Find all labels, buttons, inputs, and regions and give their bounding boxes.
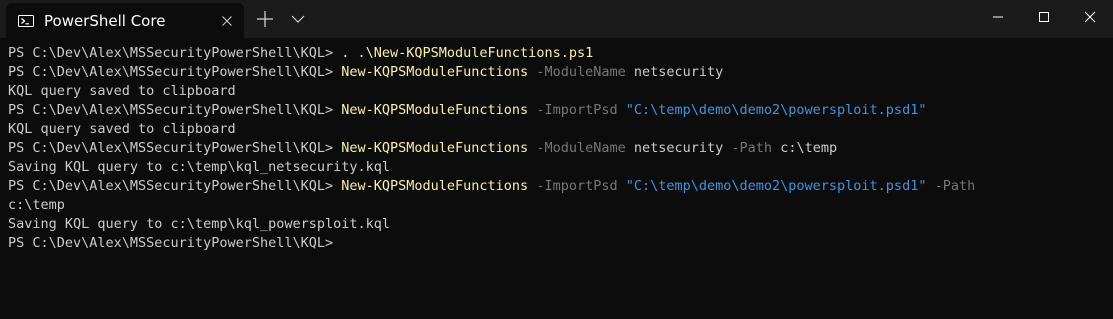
- terminal-text: netsecurity: [625, 64, 724, 80]
- terminal-text: Saving KQL query to c:\temp\kql_powerspl…: [8, 216, 391, 232]
- terminal-text: PS C:\Dev\Alex\MSSecurityPowerShell\KQL>: [8, 45, 342, 61]
- terminal-text: . .\New-KQPSModuleFunctions.ps1: [341, 45, 594, 61]
- terminal-output[interactable]: PS C:\Dev\Alex\MSSecurityPowerShell\KQL>…: [8, 44, 1105, 253]
- terminal-line: KQL query saved to clipboard: [8, 82, 1105, 101]
- terminal-text: PS C:\Dev\Alex\MSSecurityPowerShell\KQL>: [8, 140, 342, 156]
- terminal-text: PS C:\Dev\Alex\MSSecurityPowerShell\KQL>: [8, 235, 334, 251]
- terminal-text: Saving KQL query to c:\temp\kql_netsecur…: [8, 159, 391, 175]
- terminal-text: New-KQPSModuleFunctions: [341, 140, 529, 156]
- maximize-icon[interactable]: [1021, 0, 1067, 34]
- title-bar: PowerShell Core: [0, 0, 1113, 38]
- terminal-line: PS C:\Dev\Alex\MSSecurityPowerShell\KQL>…: [8, 139, 1105, 158]
- tab-close-icon[interactable]: [218, 12, 236, 30]
- terminal-text: -ModuleName: [528, 64, 626, 80]
- terminal-text: c:\temp: [772, 140, 838, 156]
- terminal-text: PS C:\Dev\Alex\MSSecurityPowerShell\KQL>: [8, 178, 342, 194]
- terminal-text: -Path: [926, 178, 976, 194]
- terminal-line: PS C:\Dev\Alex\MSSecurityPowerShell\KQL>…: [8, 44, 1105, 63]
- terminal-text: -ImportPsd: [528, 178, 618, 194]
- terminal-text: New-KQPSModuleFunctions: [341, 102, 529, 118]
- terminal-text: PS C:\Dev\Alex\MSSecurityPowerShell\KQL>: [8, 102, 342, 118]
- close-icon[interactable]: [1067, 0, 1113, 34]
- powershell-icon: [18, 13, 34, 29]
- terminal-text: KQL query saved to clipboard: [8, 83, 236, 99]
- plus-icon[interactable]: [254, 8, 276, 30]
- chevron-down-icon[interactable]: [289, 10, 307, 28]
- terminal-line: Saving KQL query to c:\temp\kql_powerspl…: [8, 215, 1105, 234]
- terminal-text: "C:\temp\demo\demo2\powersploit.psd1": [617, 102, 927, 118]
- terminal-line: PS C:\Dev\Alex\MSSecurityPowerShell\KQL>…: [8, 177, 1105, 196]
- terminal-text: PS C:\Dev\Alex\MSSecurityPowerShell\KQL>: [8, 64, 342, 80]
- terminal-line: PS C:\Dev\Alex\MSSecurityPowerShell\KQL>: [8, 234, 1105, 253]
- terminal-text: -ModuleName: [528, 140, 626, 156]
- terminal-line: KQL query saved to clipboard: [8, 120, 1105, 139]
- terminal-line: Saving KQL query to c:\temp\kql_netsecur…: [8, 158, 1105, 177]
- terminal-text: New-KQPSModuleFunctions: [341, 64, 529, 80]
- terminal-line: PS C:\Dev\Alex\MSSecurityPowerShell\KQL>…: [8, 101, 1105, 120]
- tab-powershell-core[interactable]: PowerShell Core: [6, 3, 244, 38]
- terminal-text: KQL query saved to clipboard: [8, 121, 236, 137]
- terminal-text: -ImportPsd: [528, 102, 618, 118]
- minimize-icon[interactable]: [975, 0, 1021, 34]
- terminal-text: netsecurity: [625, 140, 724, 156]
- terminal-text: -Path: [723, 140, 773, 156]
- terminal-line: PS C:\Dev\Alex\MSSecurityPowerShell\KQL>…: [8, 63, 1105, 82]
- window-controls: [975, 0, 1113, 34]
- terminal-line: c:\temp: [8, 196, 1105, 215]
- terminal-text: New-KQPSModuleFunctions: [341, 178, 529, 194]
- terminal-window: PowerShell Core PS C:\Dev\Alex\MSSecurit…: [0, 0, 1113, 319]
- tab-title: PowerShell Core: [44, 11, 166, 30]
- terminal-text: "C:\temp\demo\demo2\powersploit.psd1": [617, 178, 927, 194]
- terminal-text: c:\temp: [8, 197, 65, 213]
